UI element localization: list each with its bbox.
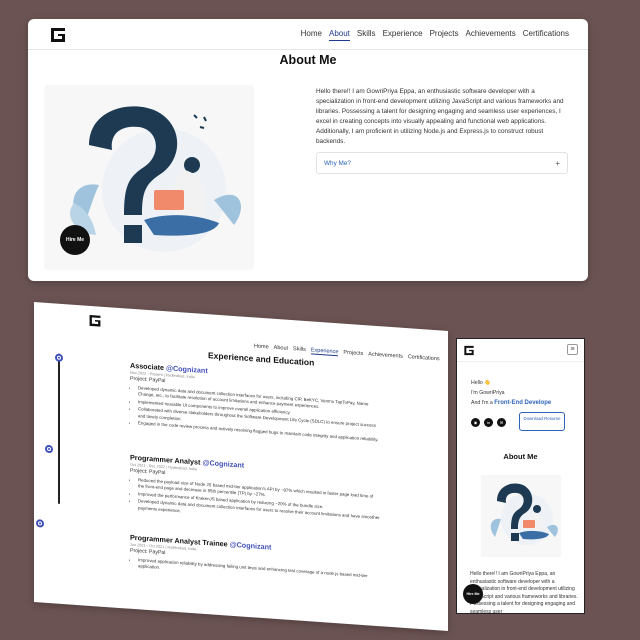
nav-experience[interactable]: Experience	[310, 347, 339, 357]
timeline-line	[58, 353, 60, 504]
hello-text: Hello 👋	[471, 380, 491, 386]
experience-entry: Programmer Analyst Trainee @Cognizant Ju…	[130, 533, 380, 588]
timeline-dot	[45, 444, 53, 454]
nav-home[interactable]: Home	[301, 29, 322, 41]
nav-about[interactable]: About	[328, 29, 350, 41]
nav-about[interactable]: About	[274, 345, 288, 353]
hire-me-button[interactable]: Hire Me	[60, 225, 90, 255]
plus-icon: +	[555, 158, 560, 168]
nav-home[interactable]: Home	[254, 343, 269, 351]
hire-me-button[interactable]: Hire Me	[463, 584, 483, 604]
timeline-dot	[36, 519, 44, 528]
logo-icon[interactable]	[463, 345, 475, 356]
nav-skills[interactable]: Skills	[293, 346, 306, 354]
why-me-accordion[interactable]: Why Me? +	[316, 152, 568, 174]
nav-skills[interactable]: Skills	[357, 29, 376, 41]
nav-projects[interactable]: Projects	[430, 29, 459, 41]
experience-entry: Programmer Analyst @Cognizant Oct 2021 -…	[130, 453, 380, 529]
logo-icon[interactable]	[49, 27, 67, 43]
question-mark-illustration	[481, 475, 561, 557]
page-title: About Me	[279, 53, 337, 67]
download-resume-button[interactable]: Download Resume	[519, 412, 565, 431]
header-divider	[457, 361, 584, 362]
github-icon[interactable]: ◉	[471, 418, 480, 427]
experience-window: Home About Skills Experience Projects Ac…	[34, 302, 448, 631]
logo-icon[interactable]	[88, 314, 102, 328]
nav-achievements[interactable]: Achievements	[368, 351, 403, 360]
desktop-about-window: Home About Skills Experience Projects Ac…	[28, 19, 588, 281]
name-line: I'm GowriPriya	[471, 390, 505, 396]
social-icons: ◉ in ✉	[471, 418, 506, 427]
accordion-label: Why Me?	[324, 159, 351, 167]
role-text: Front-End Develope	[494, 400, 552, 406]
nav-projects[interactable]: Projects	[343, 350, 363, 358]
nav-achievements[interactable]: Achievements	[466, 29, 516, 41]
about-text: Hello there!! I am GowriPriya Eppa, an e…	[316, 88, 564, 145]
role-line: And I'm a Front-End Develope	[471, 400, 552, 406]
experience-entry: Associate @Cognizant Nov 2022 - Present …	[130, 361, 380, 445]
timeline-dot	[55, 353, 63, 363]
nav-certifications[interactable]: Certifications	[523, 29, 569, 41]
mobile-about-text: Hello there!! I am GowriPriya Eppa, an e…	[470, 571, 578, 614]
hamburger-menu-icon[interactable]: ≡	[567, 344, 578, 355]
header-divider	[28, 49, 588, 50]
linkedin-icon[interactable]: in	[484, 418, 493, 427]
main-nav: Home About Skills Experience Projects Ac…	[301, 29, 569, 41]
nav-certifications[interactable]: Certifications	[408, 354, 440, 363]
mobile-window: ≡ Hello 👋 I'm GowriPriya And I'm a Front…	[456, 338, 585, 614]
mobile-about-title: About Me	[503, 452, 538, 461]
mail-icon[interactable]: ✉	[497, 418, 506, 427]
nav-experience[interactable]: Experience	[383, 29, 423, 41]
mobile-intro: Hello 👋 I'm GowriPriya And I'm a Front-E…	[471, 378, 551, 408]
